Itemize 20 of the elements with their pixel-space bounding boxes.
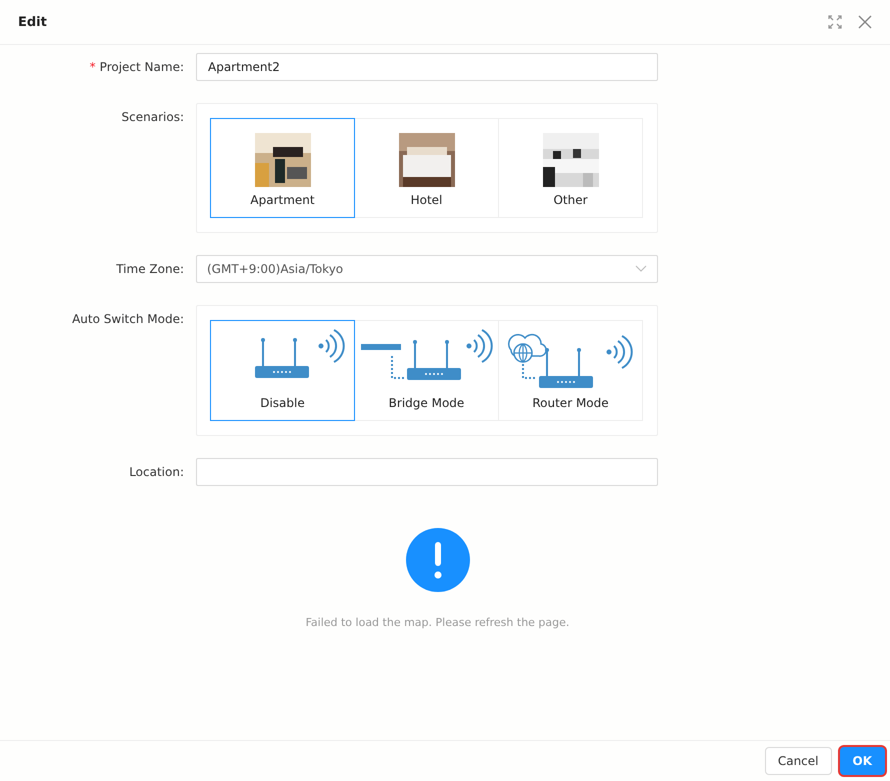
warning-icon xyxy=(406,528,470,592)
window-title: Edit xyxy=(18,14,48,30)
mode-option[interactable]: Bridge Mode xyxy=(354,320,499,421)
field-label: Time Zone: xyxy=(116,262,184,276)
field-label: Location: xyxy=(129,465,184,479)
field-label: Scenarios: xyxy=(122,110,184,124)
location-field[interactable] xyxy=(196,458,658,486)
mode-option[interactable]: Router Mode xyxy=(498,320,643,421)
field-label: Project Name: xyxy=(100,60,184,74)
scenario-option[interactable]: Hotel xyxy=(354,118,499,218)
chevron-down-icon xyxy=(635,265,647,273)
field-label: Auto Switch Mode: xyxy=(72,312,184,326)
scenario-option[interactable]: Other xyxy=(498,118,643,218)
mode-option[interactable]: Disable xyxy=(210,320,355,421)
scenario-option[interactable]: Apartment xyxy=(210,118,355,218)
project-name-field[interactable]: Apartment2 xyxy=(196,53,658,81)
required-mark: * xyxy=(90,60,96,74)
map-error-message: Failed to load the map. Please refresh the page. xyxy=(306,616,570,629)
cancel-button[interactable]: Cancel xyxy=(764,747,832,775)
time-zone-select[interactable]: (GMT+9:00)Asia/Tokyo xyxy=(196,255,658,283)
